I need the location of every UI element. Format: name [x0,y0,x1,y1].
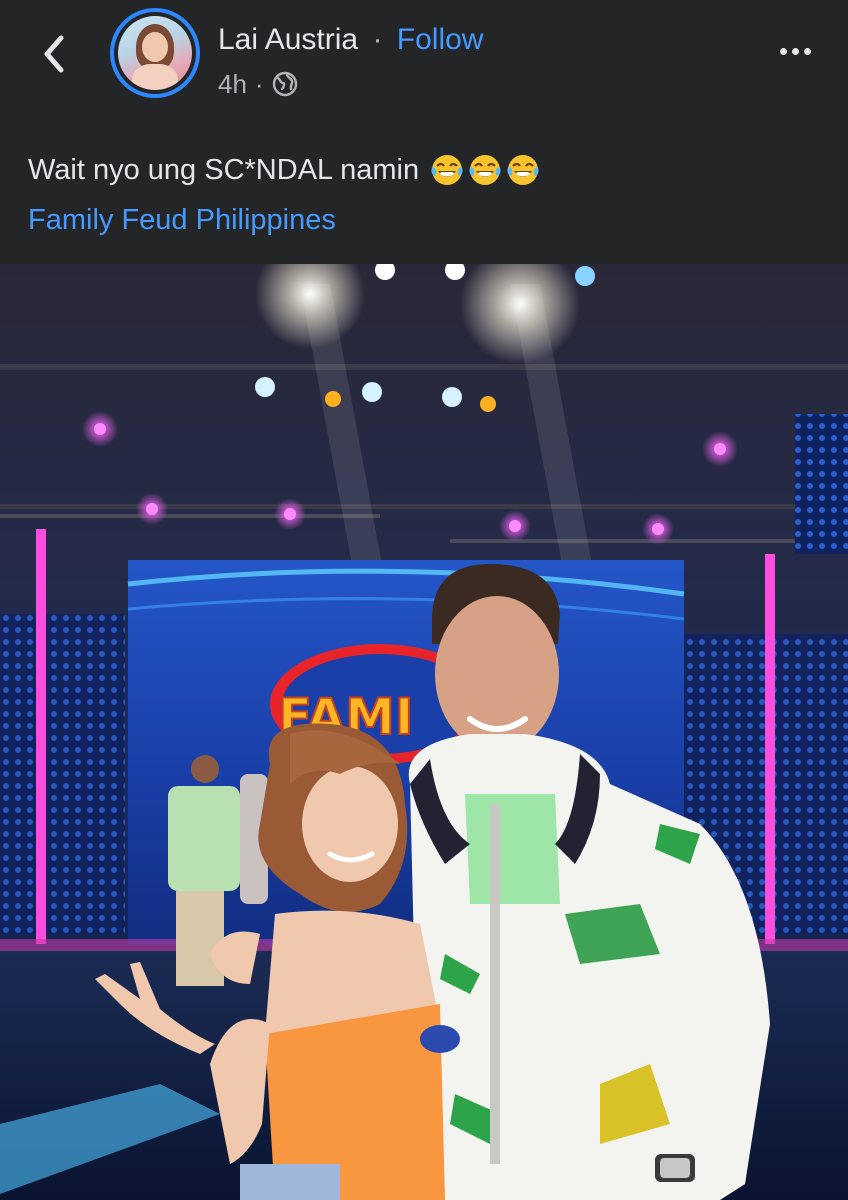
tears-of-joy-emoji-icon [431,155,463,185]
chevron-left-icon [44,35,64,73]
tears-of-joy-emoji-icon [507,155,539,185]
separator: · [372,23,383,56]
more-options-button[interactable] [770,36,820,66]
author-name[interactable]: Lai Austria [218,23,358,56]
meta-separator: · [254,69,264,99]
timestamp[interactable]: 4h [218,66,247,102]
tears-of-joy-emoji-icon [469,155,501,185]
author-avatar[interactable] [110,8,200,98]
more-horizontal-icon [779,47,787,55]
post-meta: 4h · [218,66,298,102]
author-line: Lai Austria · Follow [218,22,483,58]
post-photo[interactable]: FAMI [0,264,848,1200]
post-caption: Wait nyo ung SC*NDAL namin [28,150,541,190]
back-button[interactable] [32,30,76,78]
post-header: Lai Austria · Follow 4h · Wait nyo ung S… [0,0,848,264]
studio-photo-illustration: FAMI [0,264,848,1200]
caption-text: Wait nyo ung SC*NDAL namin [28,154,420,186]
tagged-page-link[interactable]: Family Feud Philippines [28,200,336,240]
avatar [118,16,192,90]
globe-icon [272,71,297,97]
follow-button[interactable]: Follow [397,23,484,56]
